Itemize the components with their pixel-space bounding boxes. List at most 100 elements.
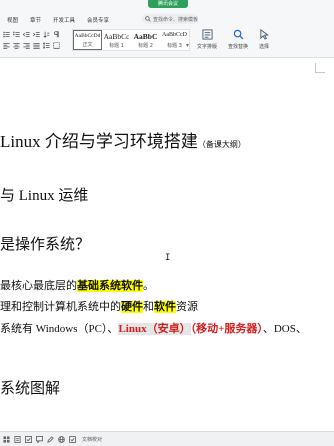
heading-title-text: Linux 介绍与学习环境搭建 bbox=[0, 132, 198, 151]
line-spacing-icon bbox=[42, 42, 50, 49]
line2-highlight-hardware: 硬件 bbox=[121, 301, 143, 313]
style-label: 标题 3 bbox=[167, 43, 182, 49]
line2-end: 资源 bbox=[176, 301, 198, 313]
body-line-3: 系统有 Windows（PC）、Linux（安卓）（移动+服务器）、DOS、 bbox=[0, 320, 307, 336]
document-icon bbox=[14, 435, 21, 443]
line-spacing-button[interactable] bbox=[42, 42, 50, 50]
text-tools-button[interactable]: 文字排版 bbox=[193, 29, 221, 53]
doc-check-icon bbox=[69, 435, 76, 443]
numbered-list-button[interactable] bbox=[12, 31, 20, 39]
align-right-icon bbox=[22, 43, 30, 49]
line1-text: 最核心最底层的 bbox=[0, 280, 77, 292]
menu-member[interactable]: 会员专享 bbox=[87, 16, 109, 24]
line3-text: 系统有 Windows（PC）、 bbox=[0, 323, 119, 335]
find-replace-label: 查找替换 bbox=[227, 44, 248, 50]
bullet-list-icon bbox=[2, 31, 10, 38]
justify-button[interactable] bbox=[32, 42, 40, 50]
style-sample: AaBbCcD bbox=[162, 32, 187, 38]
page-nav-button[interactable] bbox=[3, 435, 10, 443]
meeting-badge[interactable]: 腾讯会议 bbox=[148, 0, 188, 8]
heading-what-is-os: 是操作系统？ bbox=[0, 237, 91, 253]
style-label: 正文 bbox=[82, 42, 93, 48]
bullet-list-button[interactable] bbox=[2, 31, 10, 39]
select-label: 选择 bbox=[258, 44, 269, 50]
style-sample: AaBbCc bbox=[103, 32, 130, 41]
grid-icon bbox=[3, 435, 10, 443]
sort-button[interactable] bbox=[42, 31, 50, 39]
body-line-1: 最核心最底层的基础系统软件。 bbox=[0, 277, 154, 293]
borders-button[interactable] bbox=[52, 42, 60, 50]
menu-developer[interactable]: 开发工具 bbox=[53, 16, 75, 24]
style-body[interactable]: AaBbCcDd 正文 bbox=[73, 30, 102, 50]
doc-check-button[interactable] bbox=[69, 435, 76, 443]
text-layout-icon bbox=[201, 29, 213, 40]
align-center-icon bbox=[12, 43, 20, 49]
style-heading-2[interactable]: AaBbC 标题 2 bbox=[131, 30, 160, 50]
word-count-button[interactable] bbox=[14, 435, 21, 443]
line2-highlight-software: 软件 bbox=[154, 301, 176, 313]
align-left-button[interactable] bbox=[2, 42, 10, 50]
select-button[interactable]: 选择 bbox=[250, 29, 278, 53]
justify-icon bbox=[32, 43, 40, 49]
command-search[interactable]: 查找命令、搜索模板 bbox=[142, 14, 198, 24]
list-tools-row bbox=[2, 30, 62, 39]
numbered-list-icon bbox=[12, 31, 20, 37]
line2-text: 理和控制计算机系统中的 bbox=[0, 301, 121, 313]
body-line-2: 理和控制计算机系统中的硬件和软件资源 bbox=[0, 298, 198, 314]
track-changes-button[interactable] bbox=[47, 435, 54, 443]
line1-highlight: 基础系统软件 bbox=[77, 280, 143, 292]
style-gallery-expand-icon[interactable]: ▾ bbox=[186, 42, 189, 49]
search-icon bbox=[145, 16, 151, 22]
align-right-button[interactable] bbox=[22, 42, 30, 50]
comment-button[interactable] bbox=[36, 435, 43, 443]
show-marks-button[interactable] bbox=[52, 31, 60, 39]
align-tools-row bbox=[2, 41, 62, 50]
paragraph-tools bbox=[0, 30, 70, 54]
indent-icon bbox=[32, 32, 40, 37]
doc-check-label[interactable]: 文档校对 bbox=[82, 436, 102, 443]
spellcheck-button[interactable] bbox=[25, 435, 32, 443]
globe-icon bbox=[58, 435, 65, 443]
align-left-icon bbox=[2, 43, 10, 49]
decrease-indent-button[interactable] bbox=[22, 31, 30, 39]
border-icon bbox=[52, 42, 60, 49]
align-center-button[interactable] bbox=[12, 42, 20, 50]
style-label: 标题 1 bbox=[109, 43, 124, 49]
increase-indent-button[interactable] bbox=[32, 31, 40, 39]
text-cursor: I bbox=[165, 253, 171, 263]
line3-mobile-server: （移动+服务器） bbox=[190, 323, 263, 335]
heading-note: （备课大纲） bbox=[197, 140, 246, 149]
style-gallery: AaBbCcDd 正文 AaBbCc 标题 1 AaBbC 标题 2 AaBbC… bbox=[72, 29, 190, 51]
menu-bar: 视图 章节 开发工具 会员专享 bbox=[0, 14, 114, 26]
paragraph-mark-icon bbox=[53, 31, 59, 38]
page-corner-mark bbox=[315, 63, 325, 73]
text-tools-label: 文字排版 bbox=[196, 44, 217, 50]
pencil-icon bbox=[47, 435, 54, 443]
find-replace-button[interactable]: 查找替换 bbox=[224, 29, 252, 53]
heading-title: Linux 介绍与学习环境搭建（备课大纲） bbox=[0, 127, 246, 152]
search-placeholder: 查找命令、搜索模板 bbox=[152, 16, 198, 23]
line1-end: 。 bbox=[143, 280, 154, 292]
outdent-icon bbox=[22, 32, 30, 37]
style-label: 标题 2 bbox=[138, 43, 153, 49]
status-bar: 文档校对 bbox=[0, 431, 334, 446]
heading-os-diagram: 系统图解 bbox=[0, 381, 61, 397]
select-cursor-icon bbox=[259, 29, 269, 40]
spellcheck-icon bbox=[25, 435, 32, 443]
style-heading-3[interactable]: AaBbCcD 标题 3 bbox=[160, 30, 189, 50]
line2-mid: 和 bbox=[143, 301, 154, 313]
style-sample: AaBbC bbox=[133, 32, 158, 41]
find-icon bbox=[233, 29, 244, 40]
style-sample: AaBbCcDd bbox=[74, 33, 101, 39]
comment-icon bbox=[36, 435, 43, 443]
style-heading-1[interactable]: AaBbCc 标题 1 bbox=[102, 30, 131, 50]
menu-section[interactable]: 章节 bbox=[30, 16, 41, 24]
menu-view[interactable]: 视图 bbox=[7, 16, 18, 24]
document-page[interactable]: Linux 介绍与学习环境搭建（备课大纲） 与 Linux 运维 是操作系统？ … bbox=[0, 59, 334, 431]
language-button[interactable] bbox=[58, 435, 65, 443]
ribbon: 腾讯会议 视图 章节 开发工具 会员专享 查找命令、搜索模板 AaBbCcDd … bbox=[0, 0, 334, 58]
sort-icon bbox=[42, 31, 49, 38]
line3-end: 、DOS、 bbox=[262, 323, 307, 335]
line3-linux-android: Linux（安卓） bbox=[118, 323, 191, 335]
heading-linux-ops: 与 Linux 运维 bbox=[0, 188, 89, 204]
